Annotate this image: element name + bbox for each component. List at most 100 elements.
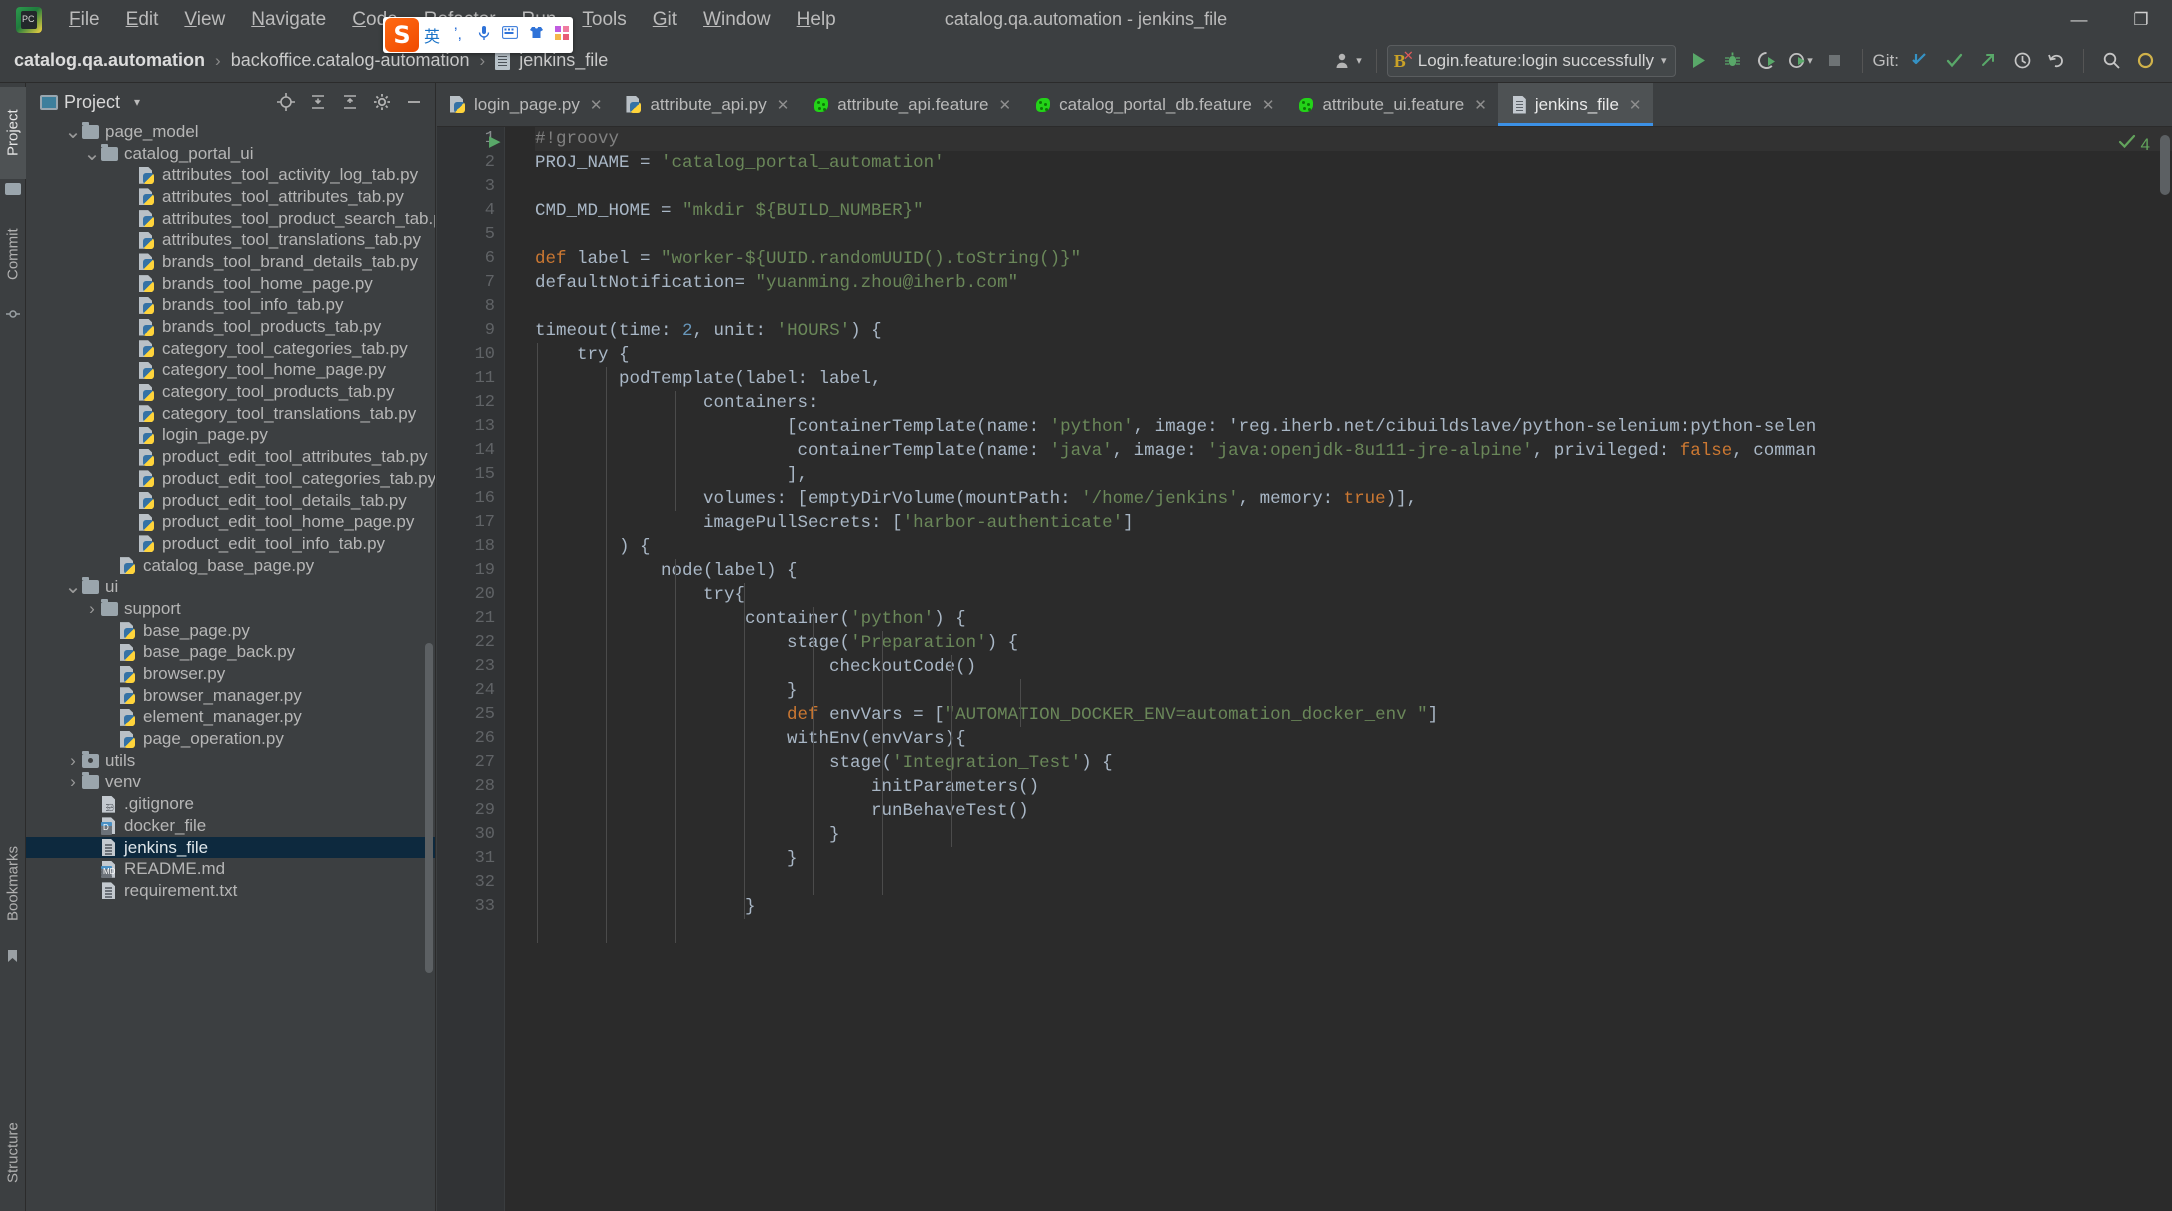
run-with-coverage-icon[interactable] bbox=[1750, 44, 1784, 78]
tree-item-attributes-tool-activity-log-tab-py[interactable]: attributes_tool_activity_log_tab.py bbox=[26, 164, 435, 186]
tree-item-product-edit-tool-home-page-py[interactable]: product_edit_tool_home_page.py bbox=[26, 511, 435, 533]
chevron-right-icon[interactable]: › bbox=[64, 751, 82, 771]
menu-help[interactable]: Help bbox=[784, 6, 849, 33]
code-editor[interactable]: ▶ 1 2 3 4 5 6 7 8 9 10 11 12 13 14 15 16 17 18 19 20 21 22 23 2… bbox=[437, 127, 2172, 1211]
tree-item-support[interactable]: › support bbox=[26, 598, 435, 620]
undo-icon[interactable] bbox=[2039, 44, 2073, 78]
stop-icon[interactable] bbox=[1818, 44, 1852, 78]
tree-item-jenkins-file[interactable]: jenkins_file bbox=[26, 836, 435, 859]
code-line[interactable]: runBehaveTest() bbox=[535, 799, 2172, 823]
code-line[interactable]: withEnv(envVars){ bbox=[535, 727, 2172, 751]
code-line[interactable]: ], bbox=[535, 463, 2172, 487]
project-file-tree[interactable]: ⌄ page_model ⌄ catalog_portal_ui attributes… bbox=[26, 121, 435, 1211]
code-line[interactable]: try { bbox=[535, 343, 2172, 367]
code-line[interactable]: checkoutCode() bbox=[535, 655, 2172, 679]
tree-item-attributes-tool-product-search-tab-py[interactable]: attributes_tool_product_search_tab.py bbox=[26, 208, 435, 230]
tree-item-catalog-portal-ui[interactable]: ⌄ catalog_portal_ui bbox=[26, 143, 435, 165]
code-line[interactable]: PROJ_NAME = 'catalog_portal_automation' bbox=[535, 151, 2172, 175]
breadcrumb-item-2[interactable]: jenkins_file bbox=[519, 50, 608, 71]
tree-item-category-tool-categories-tab-py[interactable]: category_tool_categories_tab.py bbox=[26, 338, 435, 360]
chevron-down-icon[interactable]: ⌄ bbox=[64, 577, 82, 597]
editor-tab-attribute-api-py[interactable]: attribute_api.py ✕ bbox=[613, 83, 800, 126]
tree-item--gitignore[interactable]: .gitignore bbox=[26, 793, 435, 815]
ime-toolbar[interactable]: S 英 ʼ, bbox=[383, 17, 573, 53]
run-configuration-selector[interactable]: B ✕ Login.feature:login successfully ▾ bbox=[1386, 44, 1676, 77]
tree-item-product-edit-tool-categories-tab-py[interactable]: product_edit_tool_categories_tab.py bbox=[26, 468, 435, 490]
expand-all-icon[interactable] bbox=[303, 88, 333, 116]
sidebar-item-project[interactable]: Project bbox=[0, 87, 26, 179]
code-line[interactable]: } bbox=[535, 895, 2172, 919]
close-icon[interactable]: ✕ bbox=[777, 96, 790, 114]
code-line[interactable]: #!groovy bbox=[535, 127, 2172, 151]
code-line[interactable]: try{ bbox=[535, 583, 2172, 607]
menu-git[interactable]: Git bbox=[640, 6, 690, 33]
push-icon[interactable] bbox=[1971, 44, 2005, 78]
code-line[interactable]: node(label) { bbox=[535, 559, 2172, 583]
tree-item-product-edit-tool-attributes-tab-py[interactable]: product_edit_tool_attributes_tab.py bbox=[26, 446, 435, 468]
editor-tab-login-page-py[interactable]: login_page.py ✕ bbox=[437, 83, 613, 126]
tree-item-brands-tool-products-tab-py[interactable]: brands_tool_products_tab.py bbox=[26, 316, 435, 338]
code-line[interactable]: } bbox=[535, 847, 2172, 871]
hide-icon[interactable] bbox=[399, 88, 429, 116]
code-line[interactable]: containers: bbox=[535, 391, 2172, 415]
code-line[interactable]: def label = "worker-${UUID.randomUUID().… bbox=[535, 247, 2172, 271]
editor-scrollbar[interactable] bbox=[2160, 135, 2170, 195]
code-line[interactable]: def envVars = ["AUTOMATION_DOCKER_ENV=au… bbox=[535, 703, 2172, 727]
tree-item-category-tool-translations-tab-py[interactable]: category_tool_translations_tab.py bbox=[26, 403, 435, 425]
code-line[interactable]: containerTemplate(name: 'java', image: '… bbox=[535, 439, 2172, 463]
locate-icon[interactable] bbox=[271, 88, 301, 116]
chevron-down-icon[interactable]: ⌄ bbox=[83, 144, 101, 164]
chevron-right-icon[interactable]: › bbox=[64, 772, 82, 792]
code-line[interactable]: [containerTemplate(name: 'python', image… bbox=[535, 415, 2172, 439]
tree-item-ui[interactable]: ⌄ ui bbox=[26, 576, 435, 598]
update-project-icon[interactable] bbox=[1903, 44, 1937, 78]
run-line-marker-icon[interactable]: ▶ bbox=[489, 132, 501, 150]
tree-item-brands-tool-brand-details-tab-py[interactable]: brands_tool_brand_details_tab.py bbox=[26, 251, 435, 273]
close-icon[interactable]: ✕ bbox=[590, 96, 603, 114]
run-icon[interactable] bbox=[1682, 44, 1716, 78]
menu-file[interactable]: File bbox=[56, 6, 113, 33]
code-content[interactable]: #!groovy PROJ_NAME = 'catalog_portal_auto… bbox=[527, 127, 2172, 1211]
code-line[interactable] bbox=[535, 175, 2172, 199]
code-line[interactable]: stage('Integration_Test') { bbox=[535, 751, 2172, 775]
ime-microphone-icon[interactable] bbox=[471, 25, 497, 46]
code-line[interactable]: stage('Preparation') { bbox=[535, 631, 2172, 655]
profile-icon[interactable]: ▾ bbox=[1784, 44, 1818, 78]
breadcrumb-item-1[interactable]: backoffice.catalog-automation bbox=[231, 50, 470, 71]
commit-icon[interactable] bbox=[1937, 44, 1971, 78]
ime-apps-icon[interactable] bbox=[549, 25, 575, 45]
code-line[interactable]: volumes: [emptyDirVolume(mountPath: '/ho… bbox=[535, 487, 2172, 511]
code-line[interactable]: CMD_MD_HOME = "mkdir ${BUILD_NUMBER}" bbox=[535, 199, 2172, 223]
sidebar-scrollbar[interactable] bbox=[425, 643, 433, 973]
tree-item-base-page-py[interactable]: base_page.py bbox=[26, 620, 435, 642]
code-line[interactable] bbox=[535, 223, 2172, 247]
history-icon[interactable] bbox=[2005, 44, 2039, 78]
editor-tab-attribute-ui-feature[interactable]: attribute_ui.feature ✕ bbox=[1285, 83, 1497, 126]
search-everywhere-icon[interactable] bbox=[2094, 44, 2128, 78]
menu-view[interactable]: View bbox=[171, 6, 238, 33]
tree-item-login-page-py[interactable]: login_page.py bbox=[26, 425, 435, 447]
account-icon[interactable]: ▾ bbox=[1330, 44, 1366, 78]
code-line[interactable]: timeout(time: 2, unit: 'HOURS') { bbox=[535, 319, 2172, 343]
line-number-gutter[interactable]: ▶ 1 2 3 4 5 6 7 8 9 10 11 12 13 14 15 16 17 18 19 20 21 22 23 2… bbox=[437, 127, 505, 1211]
ime-language-icon[interactable]: 英 bbox=[419, 23, 445, 47]
editor-tab-attribute-api-feature[interactable]: attribute_api.feature ✕ bbox=[800, 83, 1022, 126]
gear-icon[interactable] bbox=[367, 88, 397, 116]
tree-item-venv[interactable]: › venv bbox=[26, 772, 435, 794]
code-line[interactable] bbox=[535, 871, 2172, 895]
tree-item-brands-tool-info-tab-py[interactable]: brands_tool_info_tab.py bbox=[26, 295, 435, 317]
tree-item-brands-tool-home-page-py[interactable]: brands_tool_home_page.py bbox=[26, 273, 435, 295]
code-line[interactable]: container('python') { bbox=[535, 607, 2172, 631]
tree-item-attributes-tool-attributes-tab-py[interactable]: attributes_tool_attributes_tab.py bbox=[26, 186, 435, 208]
tree-item-requirement-txt[interactable]: requirement.txt bbox=[26, 880, 435, 902]
menu-navigate[interactable]: Navigate bbox=[238, 6, 339, 33]
chevron-right-icon[interactable]: › bbox=[83, 599, 101, 619]
close-icon[interactable]: ✕ bbox=[1474, 96, 1487, 114]
chevron-down-icon[interactable]: ⌄ bbox=[64, 122, 82, 142]
code-line[interactable]: podTemplate(label: label, bbox=[535, 367, 2172, 391]
close-icon[interactable]: ✕ bbox=[999, 96, 1012, 114]
tree-item-attributes-tool-translations-tab-py[interactable]: attributes_tool_translations_tab.py bbox=[26, 229, 435, 251]
tree-item-readme-md[interactable]: README.md bbox=[26, 858, 435, 880]
tree-item-docker-file[interactable]: docker_file bbox=[26, 815, 435, 837]
close-icon[interactable]: ✕ bbox=[1262, 96, 1275, 114]
